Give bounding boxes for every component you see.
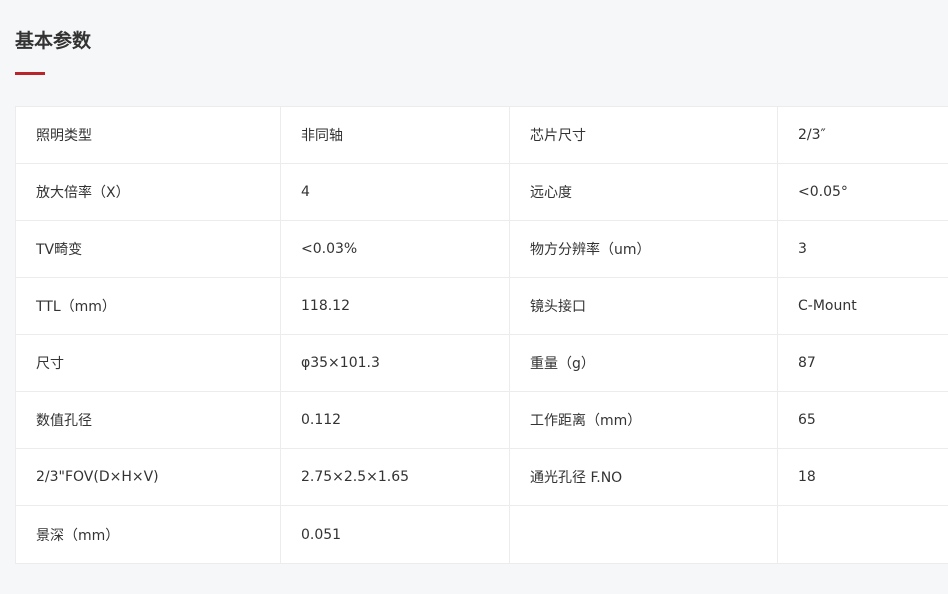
param-value: 65: [777, 391, 948, 449]
param-value: 118.12: [280, 277, 510, 335]
table-row: TV畸变 <0.03% 物方分辨率（um） 3: [15, 220, 948, 278]
param-value: 4: [280, 163, 510, 221]
param-name: 照明类型: [15, 106, 281, 164]
param-name: 数值孔径: [15, 391, 281, 449]
table-row: 放大倍率（X） 4 远心度 <0.05°: [15, 163, 948, 221]
param-name: 镜头接口: [509, 277, 778, 335]
section-title: 基本参数: [15, 30, 92, 52]
param-value: [777, 505, 948, 564]
param-value: <0.03%: [280, 220, 510, 278]
param-value: 3: [777, 220, 948, 278]
param-name: 景深（mm）: [15, 505, 281, 564]
param-name: TV畸变: [15, 220, 281, 278]
table-row: 数值孔径 0.112 工作距离（mm） 65: [15, 391, 948, 449]
param-value: 2.75×2.5×1.65: [280, 448, 510, 506]
table-row: TTL（mm） 118.12 镜头接口 C-Mount: [15, 277, 948, 335]
param-value: 87: [777, 334, 948, 392]
param-name: [509, 505, 778, 564]
param-value: 18: [777, 448, 948, 506]
param-name: 远心度: [509, 163, 778, 221]
param-value: 0.051: [280, 505, 510, 564]
table-row: 照明类型 非同轴 芯片尺寸 2/3″: [15, 106, 948, 164]
param-name: 放大倍率（X）: [15, 163, 281, 221]
param-value: φ35×101.3: [280, 334, 510, 392]
param-name: 重量（g）: [509, 334, 778, 392]
param-name: 芯片尺寸: [509, 106, 778, 164]
param-name: 2/3"FOV(D×H×V): [15, 448, 281, 506]
table-row: 景深（mm） 0.051: [15, 505, 948, 564]
param-name: 尺寸: [15, 334, 281, 392]
title-underline: [15, 72, 45, 75]
table-row: 2/3"FOV(D×H×V) 2.75×2.5×1.65 通光孔径 F.NO 1…: [15, 448, 948, 506]
param-value: C-Mount: [777, 277, 948, 335]
param-name: TTL（mm）: [15, 277, 281, 335]
param-value: 非同轴: [280, 106, 510, 164]
param-name: 工作距离（mm）: [509, 391, 778, 449]
param-value: 2/3″: [777, 106, 948, 164]
param-name: 通光孔径 F.NO: [509, 448, 778, 506]
param-value: 0.112: [280, 391, 510, 449]
table-row: 尺寸 φ35×101.3 重量（g） 87: [15, 334, 948, 392]
parameters-table: 照明类型 非同轴 芯片尺寸 2/3″ 放大倍率（X） 4 远心度 <0.05° …: [15, 106, 948, 564]
param-value: <0.05°: [777, 163, 948, 221]
param-name: 物方分辨率（um）: [509, 220, 778, 278]
